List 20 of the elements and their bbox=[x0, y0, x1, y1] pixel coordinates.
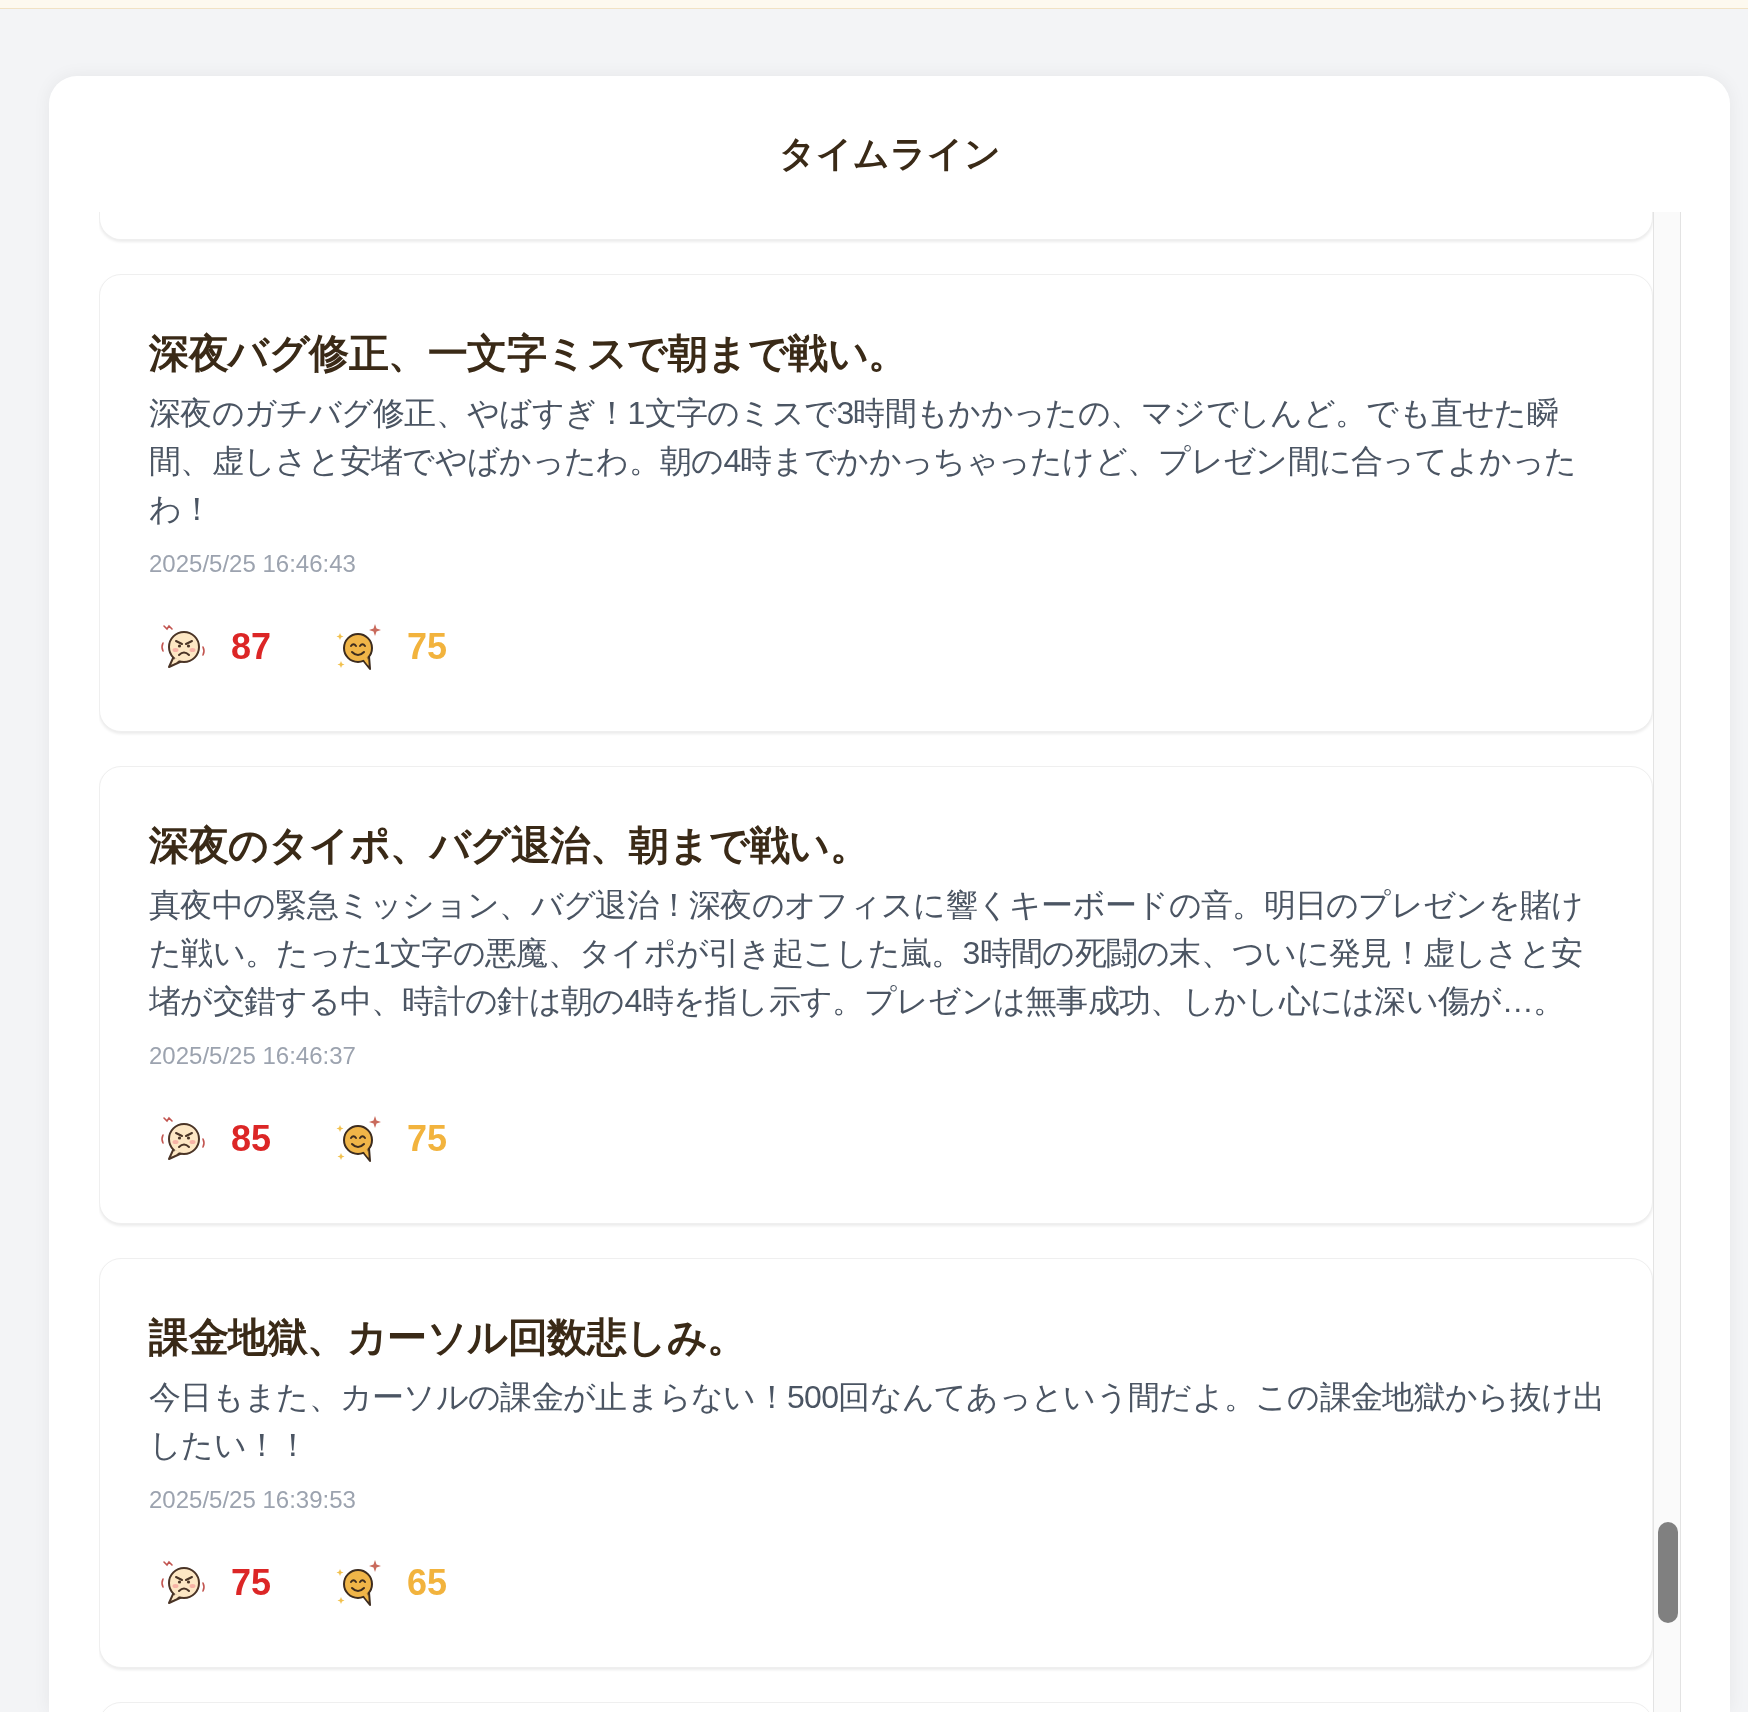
angry-face-icon bbox=[159, 1115, 207, 1163]
post-body: 今日もまた、カーソルの課金が止まらない！500回なんてあっという間だよ。この課金地獄から抜け出したい！！ bbox=[149, 1378, 1606, 1465]
post-title: 課金地獄、カーソル回数悲しみ。 bbox=[149, 1314, 748, 1361]
post-title: 深夜バグ修正、一文字ミスで朝まで戦い。 bbox=[149, 330, 909, 377]
post-body: 深夜のガチバグ修正、やばすぎ！1文字のミスで3時間もかかったの、マジでしんど。でも直せた瞬間、虚しさと安堵でやばかったわ。朝の4時までかかっちゃったけど、プレゼン間に合ってよかったわ！ bbox=[149, 394, 1578, 529]
reaction-count: 65 bbox=[407, 1561, 448, 1605]
reaction-count: 85 bbox=[231, 1117, 272, 1161]
reaction-count: 75 bbox=[231, 1561, 272, 1605]
scrollbar-thumb[interactable] bbox=[1658, 1522, 1678, 1623]
post-title: 深夜のタイポ、バグ退治、朝まで戦い。 bbox=[149, 822, 870, 869]
angry-face-icon bbox=[159, 623, 207, 671]
post-body: 真夜中の緊急ミッション、バグ退治！深夜のオフィスに響くキーボードの音。明日のプレゼンを賭けた戦い。たった1文字の悪魔、タイポが引き起こした嵐。3時間の死闘の末、ついに発見！虚しさと安堵が交錯する中、時計の針は朝の4時を指し示す。プレゼンは無事成功、しかし心には深い傷が…。 bbox=[149, 886, 1585, 1021]
page-title: タイムライン bbox=[778, 132, 1002, 176]
post-timestamp: 2025/5/25 16:46:43 bbox=[149, 549, 357, 579]
angry-face-icon bbox=[159, 1559, 207, 1607]
post-timestamp: 2025/5/25 16:39:53 bbox=[149, 1485, 357, 1515]
reaction-count: 75 bbox=[407, 1117, 448, 1161]
post-timestamp: 2025/5/25 16:46:37 bbox=[149, 1041, 357, 1071]
reaction-count: 87 bbox=[231, 625, 272, 669]
reaction-count: 75 bbox=[407, 625, 448, 669]
